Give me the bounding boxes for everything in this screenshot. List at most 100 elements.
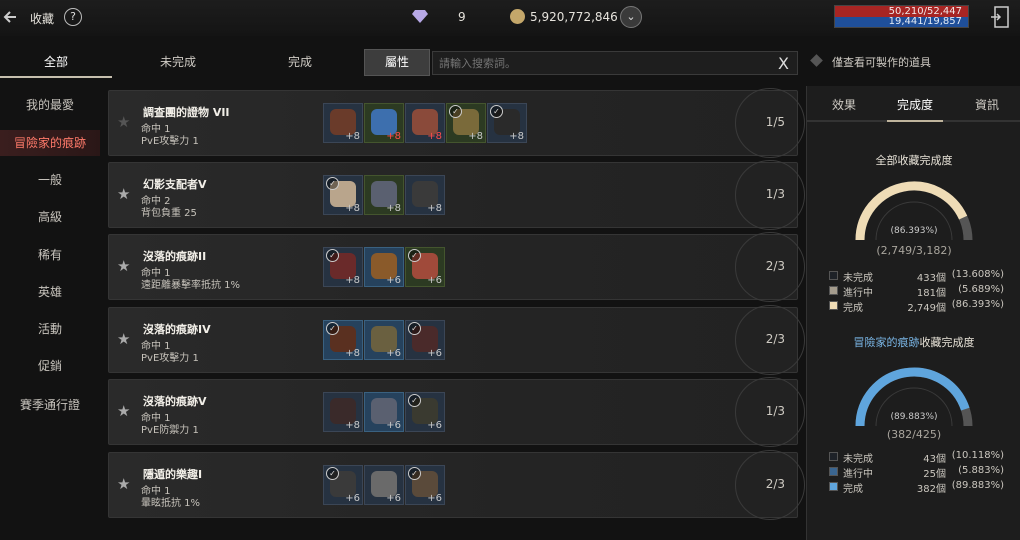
collection-name: 沒落的痕跡IV [143, 323, 211, 336]
enhance-level: +6 [427, 493, 442, 504]
collection-name: 隱遁的樂趣I [143, 468, 203, 481]
legend-swatch [829, 452, 838, 461]
check-icon: ✓ [326, 249, 339, 262]
enhance-level: +8 [386, 131, 401, 142]
enhance-level: +8 [345, 131, 360, 142]
help-icon[interactable]: ? [64, 8, 82, 26]
sidebar-item[interactable]: 我的最愛 [0, 92, 100, 118]
item-slot[interactable]: ✓ +8 [487, 103, 527, 143]
expand-currency-icon[interactable]: ⌄ [620, 6, 642, 28]
stat-line-2: 背包負重 25 [141, 208, 197, 219]
collection-row[interactable]: ★ 隱遁的樂趣I 命中 1 暈眩抵抗 1% 2/3 ✓ +6 +6 ✓ +6 [108, 450, 805, 520]
enhance-level: +6 [427, 420, 442, 431]
tab-completion[interactable]: 完成度 [897, 96, 933, 113]
collection-row[interactable]: ★ 沒落的痕跡V 命中 1 PvE防禦力 1 1/3 +8 +6 ✓ +6 [108, 377, 805, 447]
tab-info[interactable]: 資訊 [975, 96, 999, 113]
favorite-star-icon[interactable]: ★ [117, 402, 130, 420]
adventurer-title-name: 冒險家的痕跡 [853, 336, 920, 349]
item-slot[interactable]: ✓ +8 [323, 175, 363, 215]
overall-count: (2,749/3,182) [876, 244, 952, 257]
item-slot[interactable]: +8 [364, 175, 404, 215]
favorite-star-icon[interactable]: ★ [117, 475, 130, 493]
collection-progress: 2/3 [765, 332, 785, 346]
sidebar-item[interactable]: 冒險家的痕跡 [0, 130, 100, 156]
clear-search-icon[interactable]: X [778, 54, 789, 73]
craftable-filter-label[interactable]: 僅查看可製作的道具 [832, 54, 931, 70]
enhance-level: +8 [345, 348, 360, 359]
legend-label: 進行中 [843, 288, 873, 299]
legend-swatch [829, 482, 838, 491]
enhance-level: +6 [386, 348, 401, 359]
sidebar-item[interactable]: 高級 [0, 204, 100, 230]
sidebar-item[interactable]: 促銷 [0, 353, 100, 379]
sidebar-item[interactable]: 一般 [0, 167, 100, 193]
legend-row: 未完成 43個 (10.118%) [829, 450, 1004, 465]
item-slot[interactable]: +6 [364, 465, 404, 505]
favorite-star-icon[interactable]: ★ [117, 257, 130, 275]
enhance-level: +8 [509, 131, 524, 142]
item-slot[interactable]: ✓ +8 [323, 320, 363, 360]
collection-row[interactable]: ★ 沒落的痕跡II 命中 1 遠距離暴擊率抵抗 1% 2/3 ✓ +8 +6 ✓… [108, 232, 805, 302]
item-slot[interactable]: ✓ +8 [323, 247, 363, 287]
sidebar-item[interactable]: 活動 [0, 316, 100, 342]
legend-label: 完成 [843, 303, 863, 314]
tab-complete[interactable]: 完成 [244, 46, 356, 78]
enhance-level: +8 [345, 275, 360, 286]
item-slot[interactable]: +8 [364, 103, 404, 143]
gold-icon [510, 9, 525, 24]
stat-line-2: 暈眩抵抗 1% [141, 498, 201, 509]
sidebar-item[interactable]: 賽季通行證 [0, 392, 100, 418]
legend-count: 181個 [916, 288, 946, 299]
item-slot[interactable]: ✓ +6 [405, 320, 445, 360]
enhance-level: +6 [427, 348, 442, 359]
check-icon: ✓ [408, 322, 421, 335]
collection-name: 沒落的痕跡V [143, 395, 207, 408]
item-slot[interactable]: +8 [323, 392, 363, 432]
adventurer-gauge [855, 367, 973, 427]
tab-effects[interactable]: 效果 [832, 96, 856, 113]
collection-row[interactable]: ★ 調查團的證物 VII 命中 1 PvE攻擊力 1 1/5 +8 +8 +8 … [108, 88, 805, 158]
item-slot[interactable]: ✓ +6 [405, 465, 445, 505]
search-box: X [432, 51, 798, 75]
legend-row: 進行中 181個 (5.689%) [829, 284, 1004, 299]
collection-row[interactable]: ★ 幻影支配者V 命中 2 背包負重 25 1/3 ✓ +8 +8 +8 [108, 160, 805, 230]
tab-all[interactable]: 全部 [0, 46, 112, 78]
legend-swatch [829, 286, 838, 295]
collection-title: 收藏 [30, 12, 55, 26]
legend-row: 完成 2,749個 (86.393%) [829, 299, 1004, 314]
enhance-level: +8 [427, 131, 442, 142]
sidebar-item[interactable]: 英雄 [0, 279, 100, 305]
favorite-star-icon[interactable]: ★ [117, 113, 130, 131]
check-icon: ✓ [490, 105, 503, 118]
legend-percent: (10.118%) [951, 450, 1004, 461]
sidebar-item[interactable]: 稀有 [0, 242, 100, 268]
item-slot[interactable]: +6 [364, 247, 404, 287]
item-slot[interactable]: +8 [405, 175, 445, 215]
legend-percent: (5.883%) [958, 465, 1004, 476]
item-slot[interactable]: ✓ +6 [405, 392, 445, 432]
item-slot[interactable]: +6 [364, 320, 404, 360]
collection-row[interactable]: ★ 沒落的痕跡IV 命中 1 PvE攻擊力 1 2/3 ✓ +8 +6 ✓ +6 [108, 305, 805, 375]
enhance-level: +6 [345, 493, 360, 504]
mp-bar: 19,441/19,857 [835, 17, 968, 27]
favorite-star-icon[interactable]: ★ [117, 330, 130, 348]
enhance-level: +8 [468, 131, 483, 142]
favorite-star-icon[interactable]: ★ [117, 185, 130, 203]
tab-attributes[interactable]: 屬性 [364, 49, 430, 76]
filter-diamond-icon[interactable] [810, 54, 823, 67]
legend-row: 進行中 25個 (5.883%) [829, 465, 1004, 480]
exit-icon[interactable] [990, 5, 1012, 29]
item-slot[interactable]: ✓ +8 [446, 103, 486, 143]
collection-progress: 2/3 [765, 259, 785, 273]
back-icon[interactable] [2, 10, 18, 24]
item-slot[interactable]: ✓ +6 [405, 247, 445, 287]
item-slot[interactable]: ✓ +6 [323, 465, 363, 505]
search-input[interactable] [433, 52, 753, 74]
item-slot[interactable]: +8 [405, 103, 445, 143]
tab-incomplete[interactable]: 未完成 [122, 46, 234, 78]
check-icon: ✓ [326, 322, 339, 335]
item-slot[interactable]: +6 [364, 392, 404, 432]
enhance-level: +8 [386, 203, 401, 214]
item-slot[interactable]: +8 [323, 103, 363, 143]
legend-percent: (5.689%) [958, 284, 1004, 295]
